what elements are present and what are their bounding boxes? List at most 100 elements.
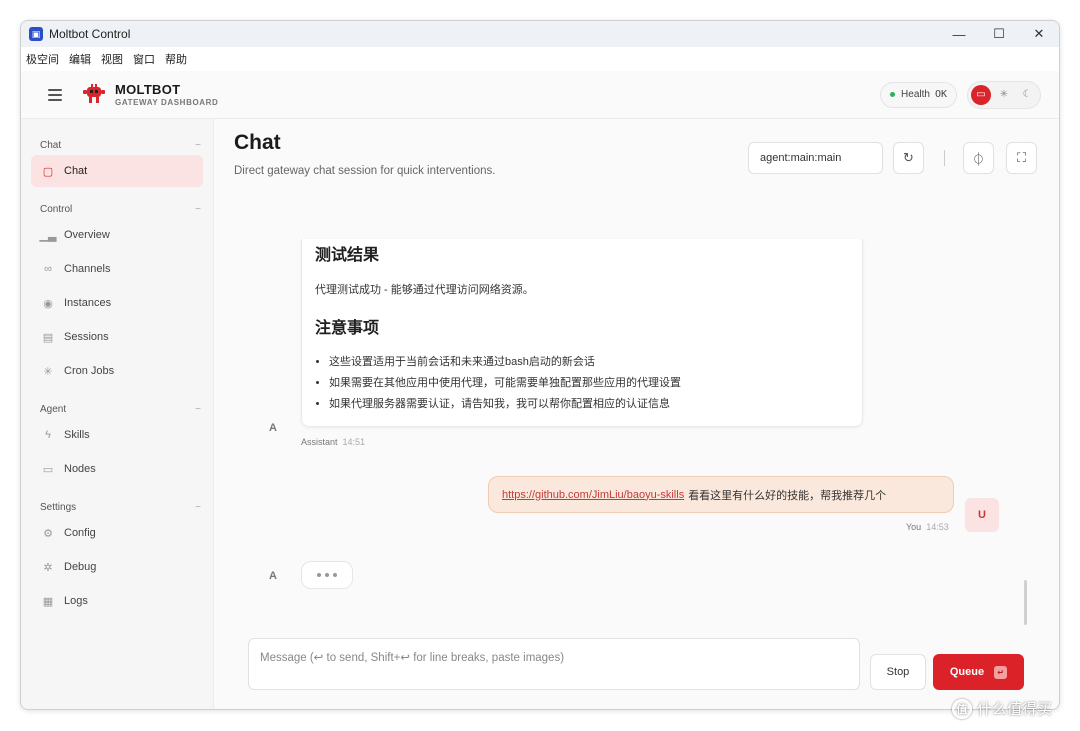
- bug-icon: ✲: [43, 561, 53, 574]
- assistant-avatar: A: [269, 570, 277, 582]
- assistant-message-card: 测试结果 代理测试成功 - 能够通过代理访问网络资源。 注意事项 这些设置适用于…: [301, 239, 863, 427]
- close-button[interactable]: ✕: [1019, 21, 1059, 47]
- message-heading: 测试结果: [315, 247, 380, 264]
- light-theme-sun-icon[interactable]: ✳: [994, 85, 1014, 105]
- brand-subtitle: GATEWAY DASHBOARD: [115, 98, 219, 107]
- refresh-icon: ↻: [903, 150, 914, 165]
- app-window: ▣ Moltbot Control — ☐ ✕ 极空间 编辑 视图 窗口 帮助 …: [20, 20, 1060, 710]
- queue-button[interactable]: Queue ↵: [933, 654, 1024, 690]
- menu-item-window[interactable]: 窗口: [133, 51, 155, 67]
- assistant-message-meta: Assistant 14:51: [301, 437, 365, 447]
- sidebar-item-channels[interactable]: ∞ Channels: [31, 253, 203, 285]
- page-title: Chat: [234, 131, 281, 154]
- collapse-icon[interactable]: −: [195, 404, 201, 415]
- window-title: Moltbot Control: [49, 27, 131, 41]
- gear-icon: ⚙: [43, 527, 53, 540]
- sidebar: Chat − ▢ Chat Control − ▁▃ Overview ∞ Chan…: [21, 119, 214, 709]
- sidebar-item-overview[interactable]: ▁▃ Overview: [31, 219, 203, 251]
- minimize-button[interactable]: —: [939, 21, 979, 47]
- spinner-icon: ✳: [43, 365, 53, 378]
- sidebar-item-label: Overview: [64, 229, 110, 241]
- sidebar-item-skills[interactable]: ϟ Skills: [31, 419, 203, 451]
- thinking-toggle-button[interactable]: ⏀: [963, 142, 994, 174]
- user-message-bubble: https://github.com/JimLiu/baoyu-skills 看…: [488, 476, 954, 513]
- message-bullet-list: 这些设置适用于当前会话和未来通过bash启动的新会话 如果需要在其他应用中使用代…: [315, 352, 849, 415]
- hamburger-menu-icon[interactable]: [48, 88, 62, 101]
- message-input[interactable]: [260, 650, 848, 678]
- message-time: 14:53: [926, 522, 949, 532]
- list-item: 如果代理服务器需要认证，请告知我，我可以帮你配置相应的认证信息: [329, 394, 849, 415]
- user-avatar: U: [965, 498, 999, 532]
- watermark-text: 什么值得买: [977, 701, 1053, 718]
- message-composer: [248, 638, 860, 690]
- sidebar-item-nodes[interactable]: ▭ Nodes: [31, 453, 203, 485]
- brand-name: MOLTBOT: [115, 82, 181, 97]
- collapse-icon[interactable]: −: [195, 204, 201, 215]
- assistant-avatar: A: [269, 422, 277, 434]
- system-theme-monitor-icon[interactable]: ▭: [971, 84, 991, 105]
- sidebar-item-logs[interactable]: ▦ Logs: [31, 585, 203, 617]
- sidebar-item-sessions[interactable]: ▤ Sessions: [31, 321, 203, 353]
- focus-mode-button[interactable]: ⛶: [1006, 142, 1037, 174]
- menu-bar: 极空间 编辑 视图 窗口 帮助: [21, 47, 1059, 71]
- app-header: MOLTBOT GATEWAY DASHBOARD Health OK ▭ ✳ …: [21, 71, 1059, 119]
- watermark-logo-icon: 值: [952, 698, 972, 719]
- list-item: 这些设置适用于当前会话和未来通过bash启动的新会话: [329, 352, 849, 373]
- stop-button[interactable]: Stop: [870, 654, 926, 690]
- session-key-field[interactable]: agent:main:main: [748, 142, 883, 174]
- monitor-icon: ▭: [42, 463, 54, 476]
- brain-icon: ⏀: [971, 151, 985, 167]
- sidebar-item-label: Logs: [64, 595, 88, 607]
- sidebar-section-settings[interactable]: Settings −: [21, 499, 213, 515]
- sidebar-item-label: Debug: [64, 561, 97, 573]
- collapse-icon[interactable]: −: [195, 140, 201, 151]
- health-label: Health: [901, 89, 930, 100]
- app-icon: ▣: [29, 27, 43, 41]
- menu-item-space[interactable]: 极空间: [26, 51, 59, 67]
- page-subtitle: Direct gateway chat session for quick in…: [234, 165, 496, 177]
- queue-button-label: Queue: [949, 666, 985, 678]
- health-status-dot-icon: [890, 92, 896, 97]
- maximize-button[interactable]: ☐: [979, 21, 1019, 47]
- refresh-button[interactable]: ↻: [893, 142, 924, 174]
- brand: MOLTBOT GATEWAY DASHBOARD: [115, 82, 218, 107]
- lobster-logo-icon: [83, 83, 105, 103]
- user-message-meta: You 14:53: [906, 522, 949, 532]
- chat-bubble-icon: ▢: [42, 165, 54, 178]
- menu-item-view[interactable]: 视图: [101, 51, 123, 67]
- sidebar-section-chat[interactable]: Chat −: [21, 137, 213, 153]
- sidebar-item-config[interactable]: ⚙ Config: [31, 517, 203, 549]
- sidebar-section-agent[interactable]: Agent −: [21, 401, 213, 417]
- sidebar-item-label: Nodes: [64, 463, 96, 475]
- sidebar-section-control[interactable]: Control −: [21, 201, 213, 217]
- title-bar: ▣ Moltbot Control — ☐ ✕: [21, 21, 1059, 47]
- message-heading: 注意事项: [315, 320, 380, 337]
- collapse-icon[interactable]: −: [195, 502, 201, 513]
- sidebar-item-label: Channels: [64, 263, 111, 275]
- message-text: 看看这里有什么好的技能，帮我推荐几个: [688, 489, 887, 502]
- menu-item-edit[interactable]: 编辑: [69, 51, 91, 67]
- sidebar-item-label: Skills: [64, 429, 90, 441]
- dark-theme-moon-icon[interactable]: ☾: [1017, 85, 1037, 105]
- sidebar-item-cron-jobs[interactable]: ✳ Cron Jobs: [31, 355, 203, 387]
- main-content: Chat Direct gateway chat session for qui…: [214, 119, 1059, 709]
- menu-item-help[interactable]: 帮助: [165, 51, 187, 67]
- theme-toggle: ▭ ✳ ☾: [967, 80, 1041, 109]
- sidebar-item-debug[interactable]: ✲ Debug: [31, 551, 203, 583]
- health-status: OK: [934, 89, 947, 100]
- watermark: 值 什么值得买: [952, 698, 1052, 719]
- lightning-icon: ϟ: [45, 429, 51, 441]
- sender-name: You: [906, 522, 922, 532]
- message-link[interactable]: https://github.com/JimLiu/baoyu-skills: [502, 489, 684, 501]
- chat-scrollbar[interactable]: [1024, 580, 1027, 625]
- list-item: 如果需要在其他应用中使用代理，可能需要单独配置那些应用的代理设置: [329, 373, 849, 394]
- toolbar-divider: [944, 150, 945, 166]
- sidebar-item-label: Instances: [64, 297, 112, 309]
- message-paragraph: 代理测试成功 - 能够通过代理访问网络资源。: [315, 284, 534, 296]
- sidebar-item-instances[interactable]: ◉ Instances: [31, 287, 203, 319]
- message-time: 14:51: [342, 437, 366, 447]
- typing-indicator: [301, 561, 353, 589]
- sidebar-item-label: Cron Jobs: [64, 365, 115, 377]
- sidebar-item-chat[interactable]: ▢ Chat: [31, 155, 203, 187]
- document-icon: ▤: [42, 331, 54, 344]
